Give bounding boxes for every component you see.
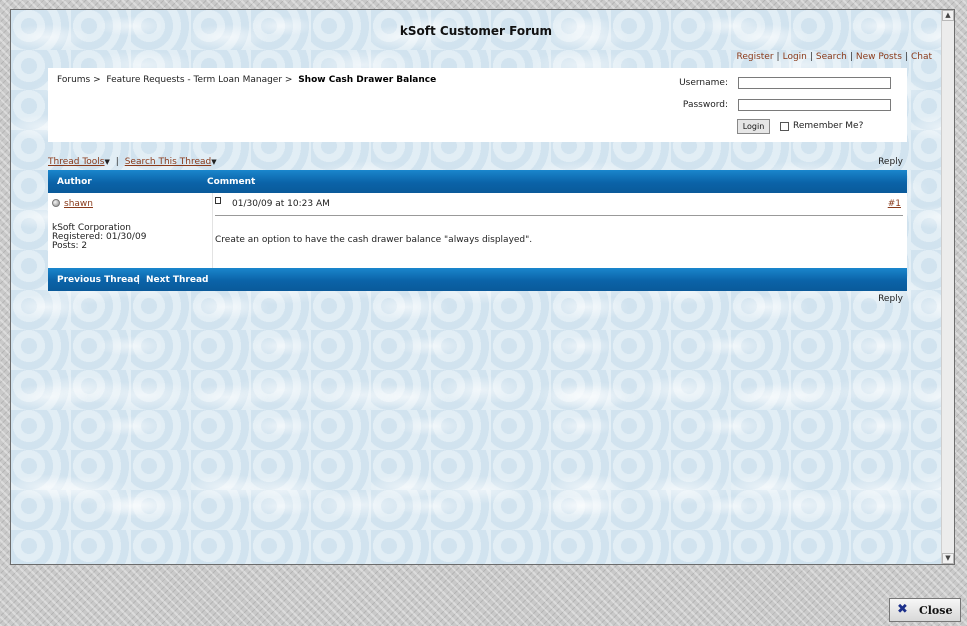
post-document-icon <box>215 197 221 204</box>
author-posts: Posts: 2 <box>52 241 88 251</box>
post-row: shawn kSoft Corporation Registered: 01/3… <box>48 193 907 268</box>
breadcrumb-forums[interactable]: Forums <box>57 75 90 85</box>
login-link[interactable]: Login <box>783 52 807 62</box>
nav-separator: | <box>809 52 813 62</box>
author-name-link[interactable]: shawn <box>64 199 93 209</box>
chevron-down-icon: ▼ <box>104 158 110 166</box>
thread-tools-link[interactable]: Thread Tools <box>48 157 105 167</box>
thread-nav-bar: Previous Thread | Next Thread <box>48 268 907 291</box>
top-nav-links: Register | Login | Search | New Posts | Chat <box>736 52 932 62</box>
username-input[interactable] <box>738 77 891 89</box>
new-posts-link[interactable]: New Posts <box>856 52 902 62</box>
tools-separator: | <box>115 157 119 167</box>
chevron-down-icon: ▼ <box>211 158 217 166</box>
header-panel: Forums > Feature Requests - Term Loan Ma… <box>48 68 907 142</box>
breadcrumb-arrow: > <box>93 75 101 85</box>
previous-thread-link[interactable]: Previous Thread <box>57 275 140 285</box>
close-icon: ✖ <box>897 602 908 617</box>
username-label: Username: <box>679 78 728 88</box>
remember-me-checkbox[interactable] <box>780 122 789 131</box>
reply-link-bottom[interactable]: Reply <box>878 294 903 304</box>
post-divider <box>215 215 903 216</box>
post-date: 01/30/09 at 10:23 AM <box>232 199 330 209</box>
author-header: Author <box>57 177 92 187</box>
comment-header: Comment <box>207 177 256 187</box>
search-thread-link[interactable]: Search This Thread <box>125 157 212 167</box>
nav-separator: | <box>776 52 780 62</box>
offline-status-icon <box>52 199 60 207</box>
close-button[interactable]: ✖ Close <box>889 598 961 622</box>
post-body: Create an option to have the cash drawer… <box>215 235 533 245</box>
register-link[interactable]: Register <box>736 52 773 62</box>
forum-frame: kSoft Customer Forum Register | Login | Sear… <box>10 9 955 565</box>
reply-link-top[interactable]: Reply <box>878 157 903 167</box>
thread-tools-bar: Thread Tools▼ | Search This Thread▼ <box>48 157 217 167</box>
nav-separator: | <box>849 52 853 62</box>
vertical-scrollbar[interactable]: ▲ ▼ <box>941 10 954 564</box>
post-header-bar: Author Comment <box>48 170 907 193</box>
author-column: shawn kSoft Corporation Registered: 01/3… <box>48 193 213 268</box>
breadcrumb: Forums > Feature Requests - Term Loan Ma… <box>57 75 436 85</box>
password-input[interactable] <box>738 99 891 111</box>
close-label: Close <box>919 604 953 617</box>
post-number-link[interactable]: #1 <box>888 199 901 209</box>
scroll-down-icon[interactable]: ▼ <box>942 553 954 564</box>
nav-separator: | <box>904 52 908 62</box>
remember-me-label: Remember Me? <box>793 121 864 131</box>
search-link[interactable]: Search <box>816 52 847 62</box>
breadcrumb-current: Show Cash Drawer Balance <box>298 75 437 85</box>
forum-title: kSoft Customer Forum <box>399 24 553 38</box>
author-info: kSoft Corporation Registered: 01/30/09 P… <box>52 224 146 251</box>
chat-link[interactable]: Chat <box>911 52 932 62</box>
nav-separator: | <box>137 275 141 285</box>
breadcrumb-arrow: > <box>284 75 293 85</box>
login-button[interactable]: Login <box>737 119 770 134</box>
breadcrumb-category[interactable]: Feature Requests - Term Loan Manager <box>106 75 282 85</box>
password-label: Password: <box>682 100 728 110</box>
next-thread-link[interactable]: Next Thread <box>146 275 208 285</box>
scroll-up-icon[interactable]: ▲ <box>942 10 954 21</box>
